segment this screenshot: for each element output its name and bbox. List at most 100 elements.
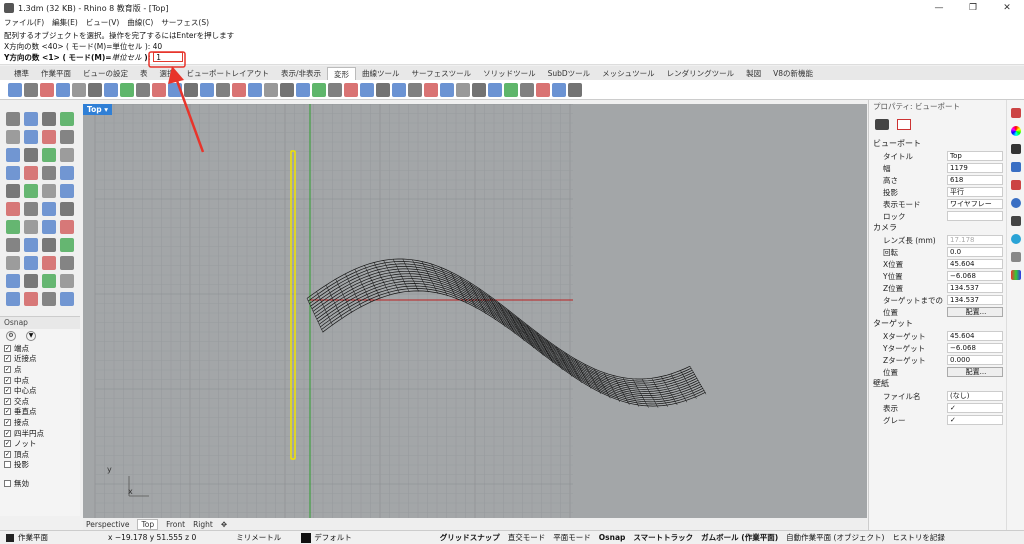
transform-tool-icon[interactable] [248, 82, 262, 97]
tab-item[interactable]: 変形 [327, 67, 357, 80]
transform-tool-icon[interactable] [424, 82, 438, 97]
property-value[interactable]: ✓ [947, 415, 1003, 425]
display-icon[interactable] [1010, 144, 1021, 154]
top-viewport[interactable]: yx Top ▾ [83, 104, 867, 518]
property-value[interactable]: 配置... [947, 367, 1003, 377]
transform-tool-icon[interactable] [328, 82, 342, 97]
modeling-tool-icon[interactable] [60, 292, 74, 306]
maximize-button[interactable]: ❐ [956, 0, 990, 16]
transform-tool-icon[interactable] [440, 82, 454, 97]
transform-tool-icon[interactable] [408, 82, 422, 97]
transform-tool-icon[interactable] [232, 82, 246, 97]
modeling-tool-icon[interactable] [60, 112, 74, 126]
transform-tool-icon[interactable] [504, 82, 518, 97]
property-value[interactable]: Top [947, 151, 1003, 161]
modeling-tool-icon[interactable] [24, 220, 38, 234]
status-osnap[interactable]: Osnap [599, 533, 626, 542]
command-input[interactable]: 1 [153, 52, 184, 62]
transform-tool-icon[interactable] [104, 82, 118, 97]
modeling-tool-icon[interactable] [42, 274, 56, 288]
osnap-item[interactable]: ✓ 端点 [0, 343, 80, 354]
wave-surface[interactable] [306, 258, 707, 408]
modeling-tool-icon[interactable] [42, 202, 56, 216]
modeling-tool-icon[interactable] [24, 274, 38, 288]
menu-edit[interactable]: 編集(E) [52, 17, 78, 28]
tab-item[interactable]: 標準 [8, 67, 35, 80]
transform-tool-icon[interactable] [568, 82, 582, 97]
layers-icon[interactable] [1010, 162, 1021, 172]
status-planar[interactable]: 平面モード [553, 532, 591, 543]
tab-item[interactable]: レンダリングツール [661, 67, 741, 80]
osnap-item[interactable]: 投影 [0, 460, 80, 471]
transform-tool-icon[interactable] [392, 82, 406, 97]
menu-file[interactable]: ファイル(F) [4, 17, 44, 28]
osnap-item[interactable]: ✓ 頂点 [0, 449, 80, 460]
materials-icon[interactable] [1010, 180, 1021, 190]
transform-tool-icon[interactable] [264, 82, 278, 97]
viewport-tab[interactable]: Right [193, 520, 213, 529]
tab-item[interactable]: ビューの設定 [77, 67, 134, 80]
osnap-item[interactable]: ✓ 交点 [0, 396, 80, 407]
property-value[interactable]: 1179 [947, 163, 1003, 173]
modeling-tool-icon[interactable] [60, 238, 74, 252]
viewport-tab[interactable]: Front [166, 520, 185, 529]
checkbox[interactable] [4, 479, 11, 487]
checkbox[interactable]: ✓ [4, 344, 11, 352]
menu-view[interactable]: ビュー(V) [86, 17, 119, 28]
osnap-item[interactable]: ✓ 四半円点 [0, 428, 80, 439]
tab-item[interactable]: V8の新機能 [767, 67, 819, 80]
viewport-tab[interactable]: Perspective [86, 520, 129, 529]
transform-tool-icon[interactable] [376, 82, 390, 97]
checkbox[interactable]: ✓ [4, 376, 11, 384]
menu-curve[interactable]: 曲線(C) [127, 17, 153, 28]
transform-tool-icon[interactable] [40, 82, 54, 97]
viewport-tab[interactable]: Top [137, 518, 159, 530]
modeling-tool-icon[interactable] [42, 184, 56, 198]
modeling-tool-icon[interactable] [6, 292, 20, 306]
modeling-tool-icon[interactable] [6, 220, 20, 234]
transform-tool-icon[interactable] [520, 82, 534, 97]
color-wheel-icon[interactable] [1010, 126, 1021, 136]
tab-item[interactable]: メッシュツール [596, 67, 661, 80]
property-value[interactable]: 618 [947, 175, 1003, 185]
osnap-item[interactable]: ✓ 近接点 [0, 354, 80, 365]
osnap-settings-icon[interactable]: ⚙ [6, 331, 16, 341]
modeling-tool-icon[interactable] [6, 148, 20, 162]
status-auto-cplane[interactable]: 自動作業平面 (オブジェクト) [786, 532, 884, 543]
tab-item[interactable]: 選択 [154, 67, 181, 80]
checkbox[interactable]: ✓ [4, 365, 11, 373]
transform-tool-icon[interactable] [536, 82, 550, 97]
tab-item[interactable]: 表 [134, 67, 154, 80]
modeling-tool-icon[interactable] [42, 238, 56, 252]
property-value[interactable]: 0.0 [947, 247, 1003, 257]
status-gumball[interactable]: ガムボール (作業平面) [701, 532, 778, 543]
modeling-tool-icon[interactable] [42, 112, 56, 126]
osnap-item[interactable]: ✓ 垂直点 [0, 407, 80, 418]
property-value[interactable] [947, 211, 1003, 221]
transform-tool-icon[interactable] [120, 82, 134, 97]
modeling-tool-icon[interactable] [6, 256, 20, 270]
property-value[interactable]: 配置... [947, 307, 1003, 317]
wallpaper-icon[interactable] [897, 118, 911, 130]
checkbox[interactable]: ✓ [4, 408, 11, 416]
modeling-tool-icon[interactable] [6, 166, 20, 180]
tab-item[interactable]: 表示/非表示 [275, 67, 327, 80]
help-icon[interactable] [1010, 234, 1021, 244]
modeling-tool-icon[interactable] [42, 166, 56, 180]
modeling-tool-icon[interactable] [24, 256, 38, 270]
camera-icon[interactable] [1010, 216, 1021, 226]
status-smart-track[interactable]: スマートトラック [633, 532, 693, 543]
modeling-tool-icon[interactable] [6, 112, 20, 126]
modeling-tool-icon[interactable] [60, 184, 74, 198]
modeling-tool-icon[interactable] [60, 130, 74, 144]
modeling-tool-icon[interactable] [24, 112, 38, 126]
transform-tool-icon[interactable] [168, 82, 182, 97]
transform-tool-icon[interactable] [456, 82, 470, 97]
tab-item[interactable]: 製図 [740, 67, 767, 80]
modeling-tool-icon[interactable] [42, 292, 56, 306]
modeling-tool-icon[interactable] [24, 130, 38, 144]
checkbox[interactable]: ✓ [4, 440, 11, 448]
transform-tool-icon[interactable] [296, 82, 310, 97]
transform-tool-icon[interactable] [552, 82, 566, 97]
close-button[interactable]: ✕ [990, 0, 1024, 16]
